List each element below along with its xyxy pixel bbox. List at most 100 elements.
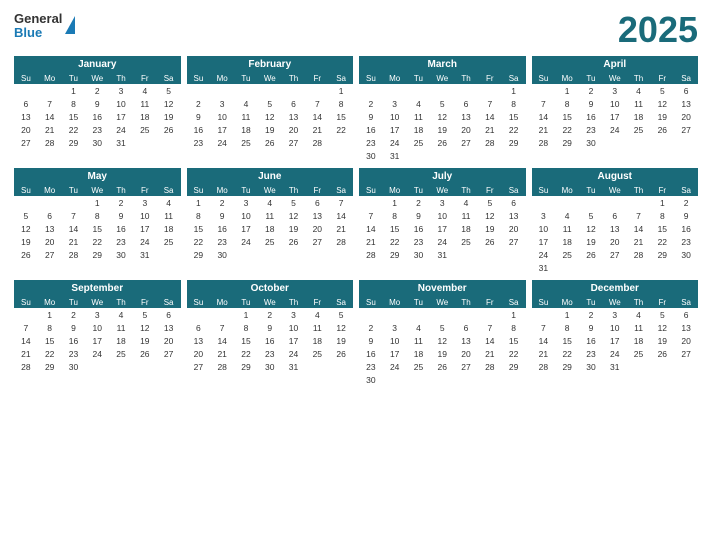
month-header-january: January [14,56,181,73]
day-header-cell: Th [109,297,133,308]
day-header-cell: We [85,73,109,84]
day-cell: 0 [14,308,38,321]
day-cell: 14 [329,209,353,222]
day-cell: 29 [383,248,407,261]
day-header-cell: Su [14,73,38,84]
day-cell: 13 [454,110,478,123]
day-cell: 13 [502,209,526,222]
day-cell: 8 [38,321,62,334]
day-header-cell: Fr [133,185,157,196]
day-cell: 24 [532,248,556,261]
day-cell: 0 [282,84,306,97]
day-cell: 5 [478,196,502,209]
day-cell: 22 [555,347,579,360]
day-cell: 20 [157,334,181,347]
day-cell: 10 [234,209,258,222]
day-cell: 25 [109,347,133,360]
day-header-cell: Su [187,185,211,196]
day-cell: 4 [234,97,258,110]
day-cell: 29 [650,248,674,261]
day-header-cell: Th [454,185,478,196]
day-cell: 16 [579,334,603,347]
day-header-cell: Fr [478,297,502,308]
day-cell: 12 [579,222,603,235]
day-cell: 9 [579,97,603,110]
day-cell: 1 [502,84,526,97]
day-cell: 2 [359,97,383,110]
page: General Blue 2025 JanuarySuMoTuWeThFrSa0… [0,0,712,550]
month-block-august: AugustSuMoTuWeThFrSa00000123456789101112… [532,168,699,274]
day-cell: 28 [532,360,556,373]
day-cell: 8 [555,321,579,334]
day-cell: 25 [258,235,282,248]
month-header-february: February [187,56,354,73]
day-cell: 7 [478,97,502,110]
day-cell: 30 [359,373,383,386]
day-cell: 20 [674,334,698,347]
day-cell: 27 [14,136,38,149]
day-cell: 18 [407,347,431,360]
day-cell: 16 [359,123,383,136]
day-cell: 21 [478,123,502,136]
day-cell: 20 [603,235,627,248]
day-header-cell: We [258,73,282,84]
day-cell: 18 [305,334,329,347]
day-header-cell: Mo [38,297,62,308]
day-header-cell: Tu [579,73,603,84]
day-cell: 7 [359,209,383,222]
month-block-february: FebruarySuMoTuWeThFrSa000000123456789101… [187,56,354,162]
day-cell: 8 [383,209,407,222]
day-cell: 13 [187,334,211,347]
day-cell: 16 [109,222,133,235]
day-cell: 30 [359,149,383,162]
day-cell: 25 [407,360,431,373]
day-cell: 5 [430,321,454,334]
day-cell: 4 [109,308,133,321]
day-cell: 0 [210,308,234,321]
day-cell: 26 [258,136,282,149]
day-cell: 24 [210,136,234,149]
day-cell: 4 [157,196,181,209]
day-cell: 25 [234,136,258,149]
day-cell: 0 [258,84,282,97]
day-header-cell: Mo [210,73,234,84]
day-header-cell: Fr [650,185,674,196]
day-cell: 4 [133,84,157,97]
day-cell: 10 [603,97,627,110]
day-cell: 9 [109,209,133,222]
day-cell: 30 [109,248,133,261]
calendar-grid: JanuarySuMoTuWeThFrSa0012345678910111213… [14,56,698,386]
day-cell: 11 [133,97,157,110]
day-cell: 19 [157,110,181,123]
day-cell: 15 [650,222,674,235]
day-cell: 25 [157,235,181,248]
year-title: 2025 [618,12,698,48]
day-cell: 6 [187,321,211,334]
day-cell: 2 [210,196,234,209]
day-header-cell: Tu [234,185,258,196]
day-cell: 7 [532,321,556,334]
day-cell: 21 [38,123,62,136]
day-header-cell: Mo [555,185,579,196]
day-cell: 10 [210,110,234,123]
day-cell: 31 [430,248,454,261]
day-cell: 14 [38,110,62,123]
day-header-cell: Mo [210,185,234,196]
day-cell: 9 [62,321,86,334]
day-cell: 22 [502,347,526,360]
day-cell: 12 [430,110,454,123]
day-cell: 25 [407,136,431,149]
days-grid: 0123456789101112131415161718192021222324… [532,84,699,149]
day-cell: 13 [305,209,329,222]
day-cell: 18 [133,110,157,123]
day-header-cell: Tu [234,73,258,84]
day-cell: 14 [62,222,86,235]
month-block-june: JuneSuMoTuWeThFrSa1234567891011121314151… [187,168,354,274]
day-cell: 6 [305,196,329,209]
day-cell: 21 [62,235,86,248]
day-cell: 5 [282,196,306,209]
day-cell: 31 [383,149,407,162]
days-grid: 0000001234567891011121314151617181920212… [187,84,354,149]
month-block-may: MaySuMoTuWeThFrSa00012345678910111213141… [14,168,181,274]
day-cell: 26 [157,123,181,136]
